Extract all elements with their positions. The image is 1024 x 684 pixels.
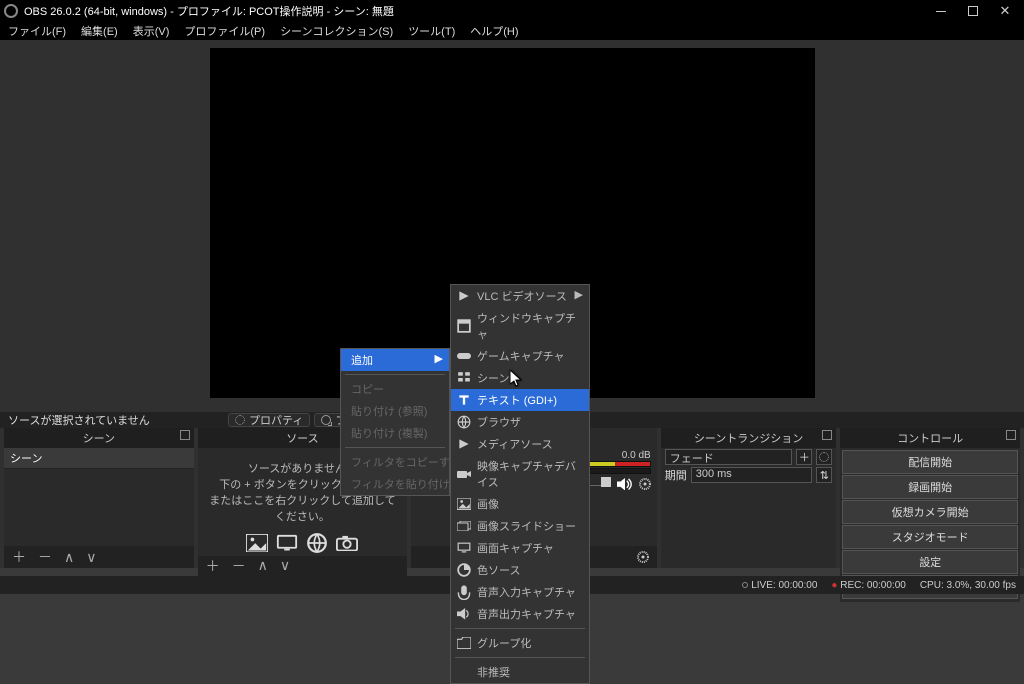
camera-icon — [336, 534, 358, 552]
src-audio-out[interactable]: 音声出力キャプチャ — [451, 603, 589, 625]
menu-bar: ファイル(F) 編集(E) 表示(V) プロファイル(P) シーンコレクション(… — [0, 22, 1024, 40]
menu-scene-collection[interactable]: シーンコレクション(S) — [274, 22, 399, 40]
dock-scenes: シーン シーン ＋ － ∧ ∨ — [4, 428, 194, 568]
dock-controls-title: コントロール — [840, 428, 1020, 448]
app-icon — [4, 4, 18, 18]
ctx-paste-dup: 貼り付け (複製) — [341, 422, 449, 444]
source-add-button[interactable]: ＋ — [206, 556, 220, 576]
duration-stepper[interactable]: ⇅ — [816, 467, 832, 483]
source-type-submenu: VLC ビデオソース ウィンドウキャプチャ ゲームキャプチャ シーン テキスト … — [450, 284, 590, 684]
maximize-button[interactable] — [966, 4, 980, 18]
src-group[interactable]: グループ化 — [451, 632, 589, 654]
mouse-cursor — [510, 370, 524, 391]
gear-icon[interactable] — [637, 551, 649, 563]
src-vlc[interactable]: VLC ビデオソース — [451, 285, 589, 307]
src-capture-device[interactable]: 映像キャプチャデバイス — [451, 455, 589, 493]
src-display[interactable]: 画面キャプチャ — [451, 537, 589, 559]
scene-remove-button[interactable]: － — [38, 547, 52, 567]
popout-icon[interactable] — [1006, 430, 1016, 440]
transition-settings-button[interactable] — [816, 449, 832, 465]
scene-down-button[interactable]: ∨ — [86, 549, 96, 566]
menu-file[interactable]: ファイル(F) — [2, 22, 72, 40]
src-browser[interactable]: ブラウザ — [451, 411, 589, 433]
src-media[interactable]: メディアソース — [451, 433, 589, 455]
src-deprecated[interactable]: 非推奨▶ — [451, 661, 589, 683]
scene-up-button[interactable]: ∧ — [64, 549, 74, 566]
properties-button[interactable]: プロパティ — [228, 413, 310, 427]
minimize-button[interactable] — [934, 4, 948, 18]
menu-tools[interactable]: ツール(T) — [402, 22, 461, 40]
live-status: LIVE: 00:00:00 — [742, 580, 817, 591]
ctx-copy: コピー — [341, 378, 449, 400]
display-icon — [276, 534, 298, 552]
scenes-toolbar: ＋ － ∧ ∨ — [4, 546, 194, 568]
window-title: OBS 26.0.2 (64-bit, windows) - プロファイル: P… — [24, 3, 934, 19]
gear-icon[interactable] — [639, 478, 651, 490]
dock-controls-title-text: コントロール — [897, 433, 963, 445]
close-button[interactable]: ✕ — [998, 4, 1012, 18]
scene-add-button[interactable]: ＋ — [12, 547, 26, 567]
no-source-label: ソースが選択されていません — [8, 412, 228, 428]
popout-icon[interactable] — [180, 430, 190, 440]
src-audio-in[interactable]: 音声入力キャプチャ — [451, 581, 589, 603]
src-image[interactable]: 画像 — [451, 493, 589, 515]
start-streaming-button[interactable]: 配信開始 — [842, 450, 1018, 474]
transition-add-button[interactable]: ＋ — [796, 449, 812, 465]
dock-transitions-title-text: シーントランジション — [694, 433, 803, 445]
properties-label: プロパティ — [249, 412, 303, 428]
image-icon — [246, 534, 268, 552]
source-up-button[interactable]: ∧ — [258, 557, 268, 574]
filter-icon — [321, 415, 331, 425]
menu-help[interactable]: ヘルプ(H) — [464, 22, 524, 40]
scene-list-item[interactable]: シーン — [4, 448, 194, 469]
context-menu: 追加▶ コピー 貼り付け (参照) 貼り付け (複製) フィルタをコピーする フ… — [340, 348, 450, 496]
gear-icon — [235, 415, 245, 425]
src-text[interactable]: テキスト (GDI+) — [451, 389, 589, 411]
duration-input[interactable]: 300 ms — [691, 467, 813, 483]
src-game[interactable]: ゲームキャプチャ — [451, 345, 589, 367]
ctx-copy-filters: フィルタをコピーする — [341, 451, 449, 473]
sources-toolbar: ＋ － ∧ ∨ — [198, 556, 408, 576]
start-virtualcam-button[interactable]: 仮想カメラ開始 — [842, 500, 1018, 524]
source-remove-button[interactable]: － — [232, 556, 246, 576]
menu-edit[interactable]: 編集(E) — [75, 22, 124, 40]
start-recording-button[interactable]: 録画開始 — [842, 475, 1018, 499]
dock-sources-title-text: ソース — [286, 433, 318, 445]
src-window[interactable]: ウィンドウキャプチャ — [451, 307, 589, 345]
src-color[interactable]: 色ソース — [451, 559, 589, 581]
sources-empty-l3: またはここを右クリックして追加してください。 — [208, 494, 398, 526]
dock-scenes-title-text: シーン — [83, 433, 115, 445]
dock-controls: コントロール 配信開始 録画開始 仮想カメラ開始 スタジオモード 設定 終了 — [840, 428, 1020, 568]
dock-transitions: シーントランジション フェード ＋ 期間 300 ms ⇅ — [661, 428, 837, 568]
transition-select[interactable]: フェード — [665, 449, 793, 465]
cpu-status: CPU: 3.0%, 30.00 fps — [920, 580, 1016, 591]
src-slideshow[interactable]: 画像スライドショー — [451, 515, 589, 537]
settings-button[interactable]: 設定 — [842, 550, 1018, 574]
menu-view[interactable]: 表示(V) — [127, 22, 176, 40]
globe-icon — [306, 534, 328, 552]
ctx-paste-ref: 貼り付け (参照) — [341, 400, 449, 422]
duration-label: 期間 — [665, 467, 687, 483]
ctx-paste-filters: フィルタを貼り付ける — [341, 473, 449, 495]
studio-mode-button[interactable]: スタジオモード — [842, 525, 1018, 549]
menu-profile[interactable]: プロファイル(P) — [178, 22, 271, 40]
speaker-icon[interactable] — [617, 478, 633, 490]
popout-icon[interactable] — [822, 430, 832, 440]
dock-scenes-title: シーン — [4, 428, 194, 448]
rec-status: ● REC: 00:00:00 — [831, 580, 905, 591]
source-down-button[interactable]: ∨ — [280, 557, 290, 574]
dock-transitions-title: シーントランジション — [661, 428, 837, 448]
title-bar: OBS 26.0.2 (64-bit, windows) - プロファイル: P… — [0, 0, 1024, 22]
ctx-add[interactable]: 追加▶ — [341, 349, 449, 371]
